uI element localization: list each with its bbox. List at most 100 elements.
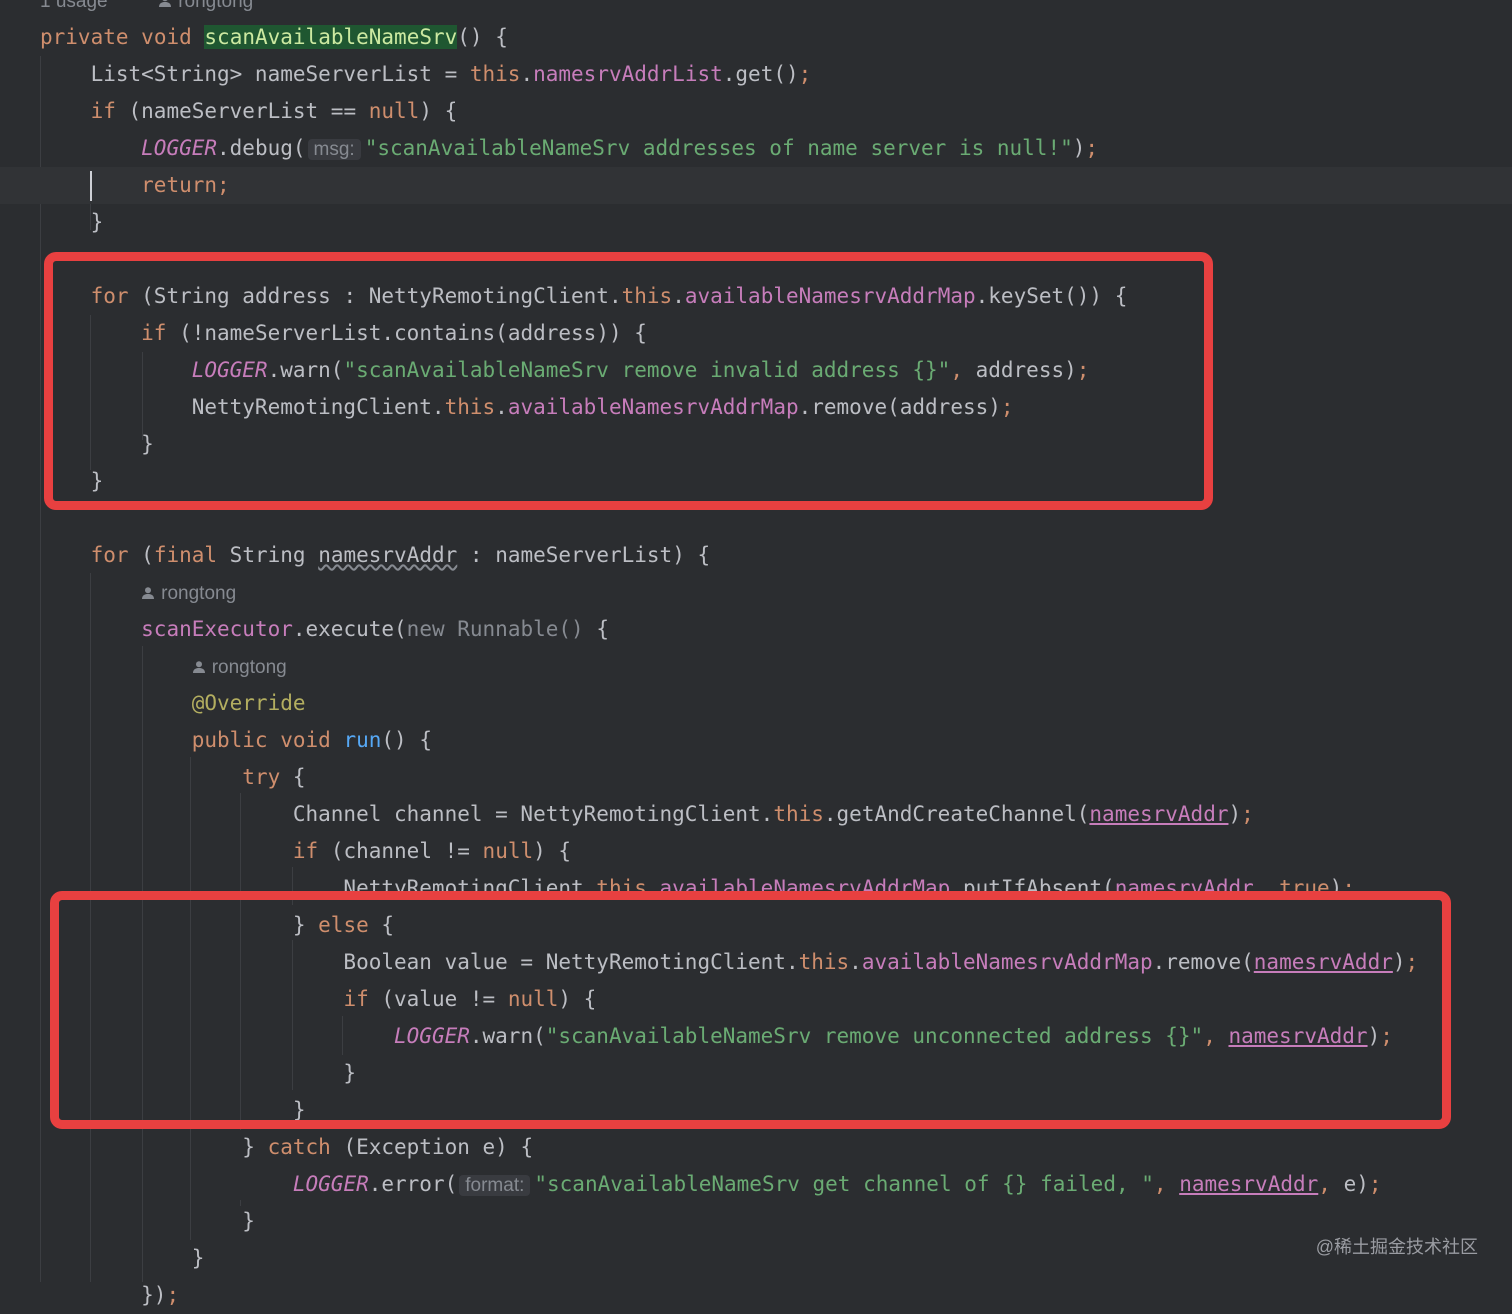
code-token: , — [1203, 1024, 1229, 1048]
code-token: LOGGER — [191, 358, 268, 382]
code-token: NettyRemotingClient. — [40, 395, 445, 419]
code-line[interactable]: NettyRemotingClient.this.availableNamesr… — [0, 870, 1355, 907]
code-token[interactable]: namesrvAddr — [318, 543, 457, 567]
code-line[interactable]: public void run() { — [0, 722, 432, 759]
code-token: .warn( — [267, 358, 344, 382]
code-token: . — [495, 395, 508, 419]
code-token[interactable]: namesrvAddr — [1089, 802, 1228, 826]
code-token: ( — [128, 543, 154, 567]
code-token: this — [773, 802, 824, 826]
code-line[interactable]: rongtong — [0, 648, 287, 685]
code-token: e) — [1343, 1172, 1369, 1196]
parameter-hint: msg: — [307, 139, 361, 160]
code-token: void — [141, 25, 192, 49]
code-line[interactable]: }); — [0, 1277, 179, 1314]
code-token: Channel channel = NettyRemotingClient. — [40, 802, 774, 826]
code-token: ) — [1392, 950, 1406, 974]
code-line[interactable]: try { — [0, 759, 305, 796]
code-token: String — [217, 543, 319, 567]
person-icon — [192, 661, 205, 673]
code-line[interactable]: @Override — [0, 685, 306, 722]
code-token: }) — [40, 1283, 167, 1307]
code-token: } — [40, 1209, 255, 1233]
code-line[interactable]: List<String> nameServerList = this.names… — [0, 56, 812, 93]
code-token: (Exception e) { — [330, 1135, 534, 1159]
code-line[interactable]: Channel channel = NettyRemotingClient.th… — [0, 796, 1254, 833]
code-token: (String address : NettyRemotingClient. — [128, 284, 622, 308]
code-token: ; — [1342, 876, 1355, 900]
code-line[interactable] — [0, 500, 40, 537]
code-line[interactable]: LOGGER.warn("scanAvailableNameSrv remove… — [0, 352, 1090, 389]
code-token: if — [90, 99, 116, 123]
code-token: availableNamesrvAddrMap — [507, 395, 799, 419]
code-token: ) { — [533, 839, 572, 863]
code-line[interactable]: for (final String namesrvAddr : nameServ… — [0, 537, 711, 574]
code-token: else — [318, 913, 369, 937]
author-hint: rongtong — [161, 583, 237, 604]
code-line[interactable]: rongtong — [0, 574, 236, 611]
code-token: this — [798, 950, 850, 974]
code-line[interactable]: if (channel != null) { — [0, 833, 571, 870]
code-token[interactable]: namesrvAddr — [1254, 950, 1393, 974]
code-token: } — [40, 1098, 306, 1122]
code-line[interactable]: scanExecutor.execute(new Runnable() { — [0, 611, 609, 648]
code-token: ) — [1072, 136, 1086, 160]
code-token: } — [40, 469, 104, 493]
code-line[interactable]: LOGGER.debug(msg: "scanAvailableNameSrv a… — [0, 130, 1098, 167]
code-line[interactable]: return; — [0, 167, 1512, 204]
code-line[interactable]: Boolean value = NettyRemotingClient.this… — [0, 944, 1418, 981]
code-token[interactable]: namesrvAddr — [1115, 876, 1254, 900]
code-token[interactable]: namesrvAddr — [1179, 1172, 1318, 1196]
code-token: , — [1253, 876, 1280, 900]
code-token: (value != — [368, 987, 508, 1011]
code-token: ) { — [419, 99, 458, 123]
code-token: } — [40, 432, 154, 456]
code-line[interactable]: } — [0, 1055, 356, 1092]
code-token: (channel != — [318, 839, 483, 863]
code-token: .keySet()) { — [975, 284, 1128, 308]
code-token: LOGGER — [292, 1172, 369, 1196]
code-token[interactable]: namesrvAddr — [1228, 1024, 1367, 1048]
code-line[interactable]: } else { — [0, 907, 394, 944]
code-line[interactable]: } — [0, 426, 154, 463]
code-token: } — [40, 1061, 357, 1085]
watermark: @稀土掘金技术社区 — [1315, 1237, 1478, 1257]
code-line[interactable]: } — [0, 1240, 205, 1277]
code-token: } — [40, 210, 104, 234]
code-token: availableNamesrvAddrMap — [659, 876, 951, 900]
author-hint: rongtong — [178, 0, 254, 12]
code-line[interactable]: LOGGER.warn("scanAvailableNameSrv remove… — [0, 1018, 1393, 1055]
code-line[interactable]: NettyRemotingClient.this.availableNamesr… — [0, 389, 1014, 426]
code-token: ) — [1329, 876, 1343, 900]
code-line[interactable]: } — [0, 463, 104, 500]
author-hint: 1 usage — [40, 0, 108, 12]
code-token: catch — [267, 1135, 331, 1159]
code-line[interactable]: } — [0, 204, 104, 241]
code-line[interactable] — [0, 241, 40, 278]
code-editor[interactable]: 1 usage rongtong private void scanAvailab… — [0, 0, 1512, 1307]
code-line[interactable]: } catch (Exception e) { — [0, 1129, 533, 1166]
code-token: new Runnable() — [406, 617, 584, 641]
code-token: this — [469, 62, 521, 86]
code-token: , — [1318, 1172, 1344, 1196]
code-line[interactable]: if (nameServerList == null) { — [0, 93, 458, 130]
code-token: .remove(address) — [798, 395, 1001, 419]
code-line[interactable]: for (String address : NettyRemotingClien… — [0, 278, 1128, 315]
code-line[interactable]: 1 usage rongtong — [0, 0, 253, 19]
code-line[interactable]: LOGGER.error(format: "scanAvailableNameSr… — [0, 1166, 1382, 1203]
code-line[interactable]: if (!nameServerList.contains(address)) { — [0, 315, 647, 352]
code-line[interactable]: } — [0, 1203, 255, 1240]
code-line[interactable]: private void scanAvailableNameSrv() { — [0, 19, 508, 56]
code-line[interactable]: if (value != null) { — [0, 981, 596, 1018]
code-line[interactable]: } — [0, 1092, 306, 1129]
